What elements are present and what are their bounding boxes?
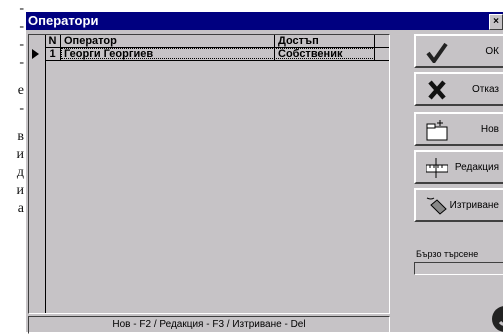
bg-line: е — [17, 83, 24, 98]
row-indicator-column — [29, 35, 46, 313]
selection-focus-rect — [61, 48, 375, 59]
current-row-arrow-icon — [32, 49, 39, 59]
cancel-button[interactable]: Отказ — [414, 72, 503, 106]
table-row[interactable]: 1 Георги Георгиев Собственик — [45, 48, 389, 61]
column-header-operator[interactable]: Оператор — [61, 35, 275, 47]
bg-line: - — [19, 55, 24, 70]
operators-grid[interactable]: N Оператор Достъп 1 Георги Георгиев Собс… — [28, 34, 390, 314]
bg-line: и — [16, 183, 25, 198]
window-title: Оператори — [28, 13, 99, 28]
new-button-label: Нов — [480, 124, 499, 135]
bg-line: д — [16, 165, 24, 180]
bg-line: - — [19, 19, 24, 34]
ruler-icon — [426, 158, 448, 178]
bg-line: - — [19, 1, 24, 16]
edit-button[interactable]: Редакция — [414, 150, 503, 184]
new-button[interactable]: Нов — [414, 112, 503, 146]
edit-button-label: Редакция — [454, 162, 499, 173]
column-header-access[interactable]: Достъп — [275, 35, 375, 47]
bg-line: в — [17, 129, 24, 144]
bg-line: а — [17, 201, 24, 216]
ok-button-label: ОК — [485, 46, 499, 57]
new-folder-icon — [426, 120, 448, 141]
quick-search-input[interactable] — [414, 262, 503, 275]
ok-button[interactable]: ОК — [414, 34, 503, 68]
bg-line: и — [16, 147, 25, 162]
title-bar: Оператори × — [26, 12, 503, 30]
eraser-icon — [426, 197, 447, 215]
column-header-n[interactable]: N — [45, 35, 61, 47]
quick-search-label: Бързо търсене — [416, 249, 479, 259]
cancel-button-label: Отказ — [472, 84, 499, 95]
close-button[interactable]: × — [489, 14, 503, 30]
cross-icon — [428, 80, 446, 100]
operators-window: Оператори × N Оператор Достъп 1 Георги Г… — [24, 10, 503, 334]
bg-line: - — [19, 101, 24, 116]
bg-line: - — [19, 37, 24, 52]
status-bar: Нов - F2 / Редакция - F3 / Изтриване - D… — [28, 316, 390, 334]
app-logo-icon — [492, 306, 503, 332]
delete-button[interactable]: Изтриване — [414, 188, 503, 222]
grid-header: N Оператор Достъп — [45, 35, 389, 48]
background-document-text: - - - - е - в и д и а — [0, 0, 25, 332]
checkmark-icon — [426, 42, 448, 63]
delete-button-label: Изтриване — [449, 200, 499, 211]
cell-n: 1 — [45, 48, 61, 60]
